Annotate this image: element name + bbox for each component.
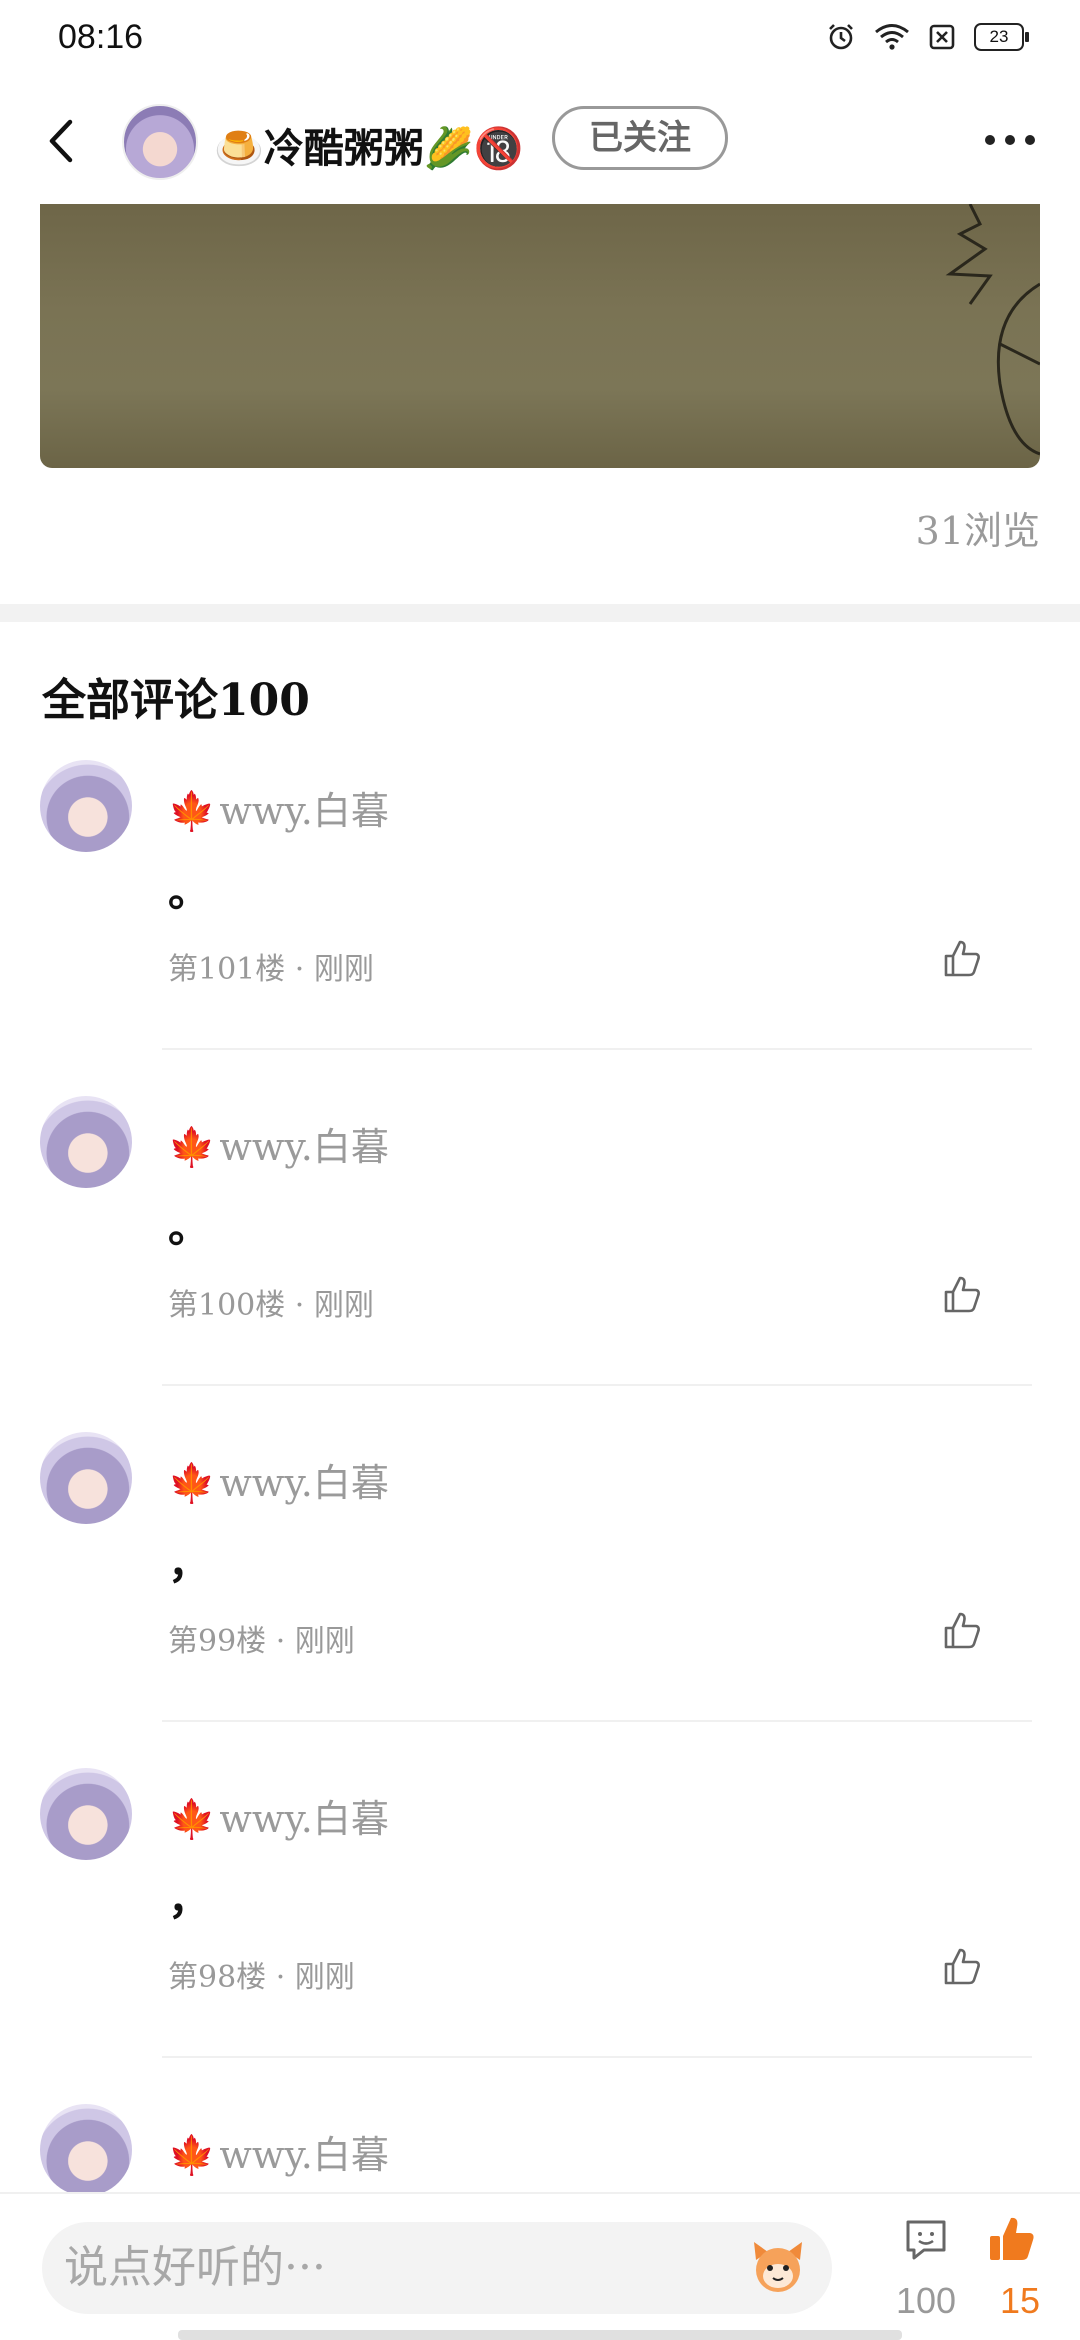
sim-off-icon — [929, 24, 955, 50]
commenter-name[interactable]: 🍁 wwy.白暮 — [168, 1116, 389, 1171]
commenter-name[interactable]: 🍁 wwy.白暮 — [168, 2124, 389, 2179]
section-divider — [0, 604, 1080, 622]
comment-text[interactable]: 。 — [168, 1194, 210, 1255]
commenter-avatar[interactable] — [40, 760, 132, 852]
maple-leaf-icon: 🍁 — [168, 1461, 216, 1505]
comment-separator — [162, 1384, 1032, 1386]
maple-leaf-icon: 🍁 — [168, 2133, 216, 2177]
follow-button[interactable]: 已关注 — [552, 106, 728, 170]
post-header: 🍮冷酷粥粥🌽🔞 已关注 — [0, 90, 1080, 190]
maple-leaf-icon: 🍁 — [168, 789, 216, 833]
commenter-username: wwy.白暮 — [219, 1461, 389, 1505]
comment-meta: 第101楼 · 刚刚 — [168, 952, 374, 987]
comment-item: 🍁 wwy.白暮 ， 第99楼 · 刚刚 — [0, 1432, 1080, 1768]
commenter-name[interactable]: 🍁 wwy.白暮 — [168, 1788, 389, 1843]
comments-title: 全部评论100 — [42, 675, 310, 726]
mascot-emoji-icon[interactable] — [748, 2236, 808, 2296]
bottom-action-bar: 说点好听的··· 100 15 — [0, 2192, 1080, 2340]
post-image-sketch — [945, 204, 1040, 456]
comment-input-placeholder: 说点好听的··· — [64, 2242, 326, 2293]
comment-text[interactable]: ， — [168, 1530, 210, 1591]
comment-item: 🍁 wwy.白暮 。 第101楼 · 刚刚 — [0, 760, 1080, 1096]
more-options-icon[interactable] — [980, 118, 1040, 162]
maple-leaf-icon: 🍁 — [168, 1125, 216, 1169]
comment-separator — [162, 1048, 1032, 1050]
like-count: 15 — [1000, 2280, 1041, 2321]
home-indicator — [178, 2330, 902, 2340]
comment-bubble-icon[interactable] — [902, 2216, 950, 2264]
commenter-username: wwy.白暮 — [219, 2133, 389, 2177]
commenter-username: wwy.白暮 — [219, 1125, 389, 1169]
alarm-icon — [829, 24, 853, 50]
comment-text[interactable]: 。 — [168, 858, 210, 919]
post-detail-page: 08:16 23 🍮冷酷粥粥🌽🔞 已关注 31浏览 全部评论100 🍁 wwy.… — [0, 0, 1080, 2340]
commenter-avatar[interactable] — [40, 2104, 132, 2196]
comment-meta: 第100楼 · 刚刚 — [168, 1288, 374, 1323]
thumbs-up-icon[interactable] — [940, 1608, 984, 1652]
status-bar: 08:16 23 — [0, 0, 1080, 80]
comment-meta: 第99楼 · 刚刚 — [168, 1624, 355, 1659]
commenter-username: wwy.白暮 — [219, 789, 389, 833]
commenter-name[interactable]: 🍁 wwy.白暮 — [168, 1452, 389, 1507]
status-time: 08:16 — [58, 18, 144, 56]
thumbs-up-filled-icon[interactable] — [986, 2214, 1038, 2264]
comment-count: 100 — [896, 2280, 957, 2321]
commenter-avatar[interactable] — [40, 1096, 132, 1188]
thumbs-up-icon[interactable] — [940, 1272, 984, 1316]
post-image[interactable] — [40, 204, 1040, 468]
comment-text[interactable]: ， — [168, 1866, 210, 1927]
comment-item: 🍁 wwy.白暮 。 第100楼 · 刚刚 — [0, 1096, 1080, 1432]
comment-input[interactable]: 说点好听的··· — [42, 2222, 832, 2314]
commenter-avatar[interactable] — [40, 1768, 132, 1860]
back-arrow-icon[interactable] — [40, 116, 84, 166]
commenter-username: wwy.白暮 — [219, 1797, 389, 1841]
view-count: 31浏览 — [915, 509, 1040, 553]
commenter-avatar[interactable] — [40, 1432, 132, 1524]
thumbs-up-icon[interactable] — [940, 936, 984, 980]
comment-separator — [162, 2056, 1032, 2058]
status-icons: 23 — [826, 22, 1029, 52]
author-name[interactable]: 🍮冷酷粥粥🌽🔞 — [214, 116, 523, 174]
maple-leaf-icon: 🍁 — [168, 1797, 216, 1841]
comment-item: 🍁 wwy.白暮 ， 第98楼 · 刚刚 — [0, 1768, 1080, 2104]
author-avatar[interactable] — [122, 104, 198, 180]
comment-meta: 第98楼 · 刚刚 — [168, 1960, 355, 1995]
commenter-name[interactable]: 🍁 wwy.白暮 — [168, 780, 389, 835]
wifi-icon — [875, 24, 909, 50]
battery-icon: 23 — [974, 23, 1029, 51]
comment-separator — [162, 1720, 1032, 1722]
thumbs-up-icon[interactable] — [940, 1944, 984, 1988]
